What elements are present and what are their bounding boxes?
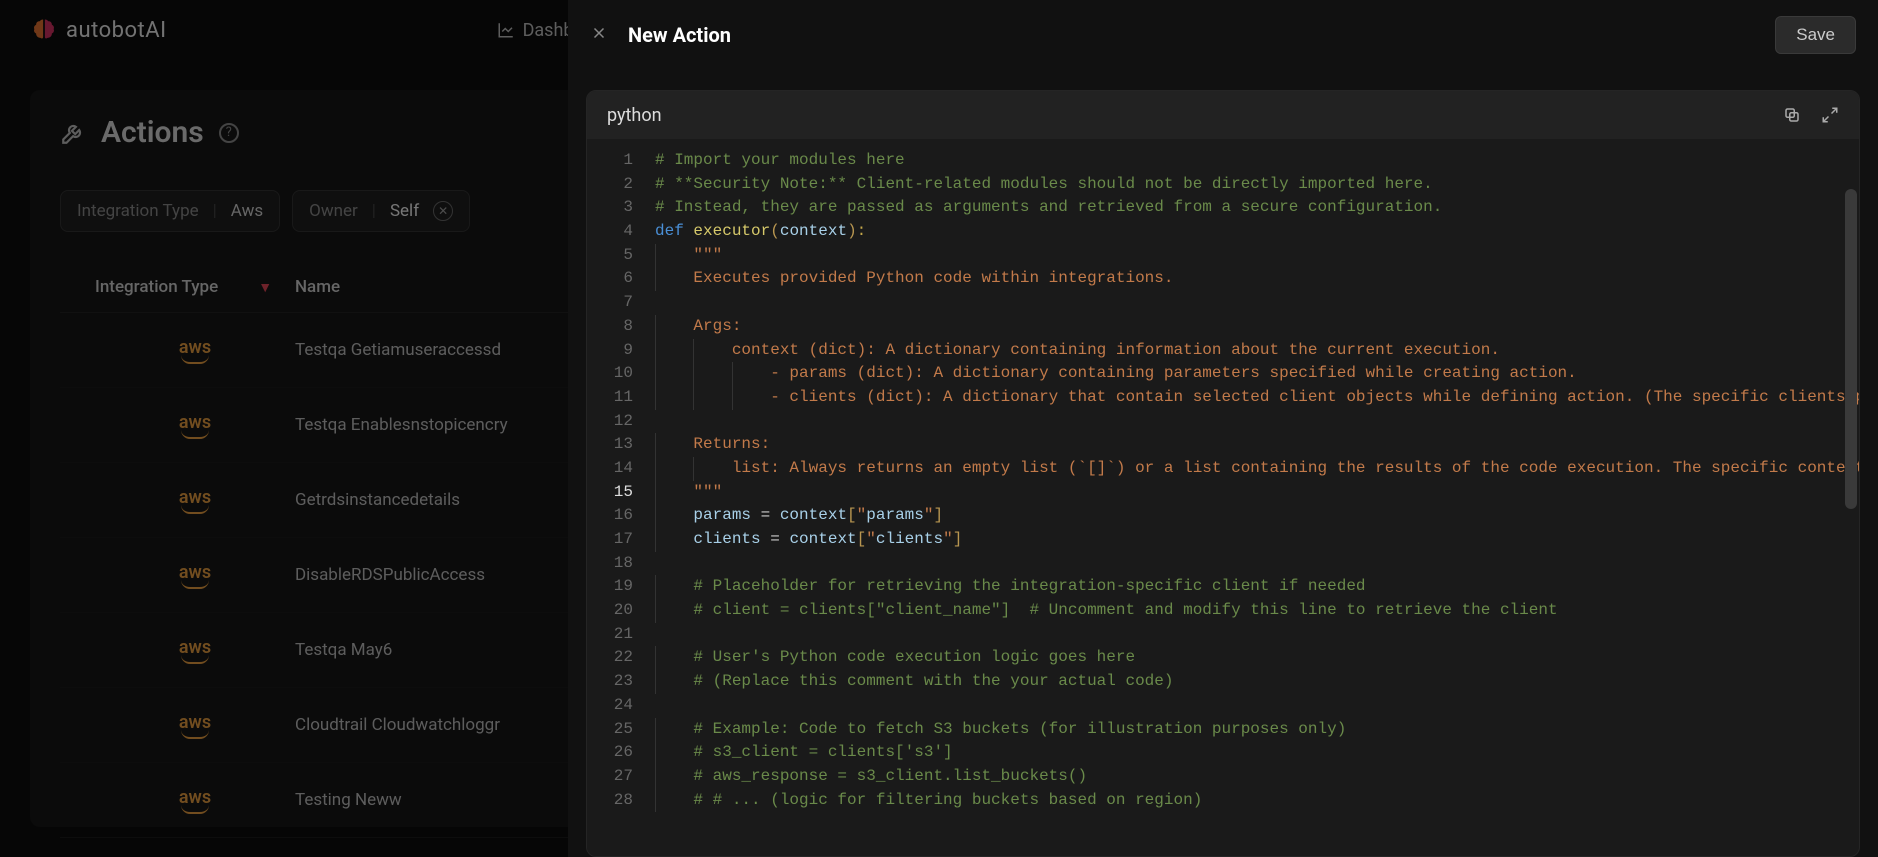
scrollbar[interactable] bbox=[1843, 189, 1857, 854]
code-body[interactable]: 1234567891011121314151617181920212223242… bbox=[587, 139, 1859, 856]
copy-icon bbox=[1783, 106, 1801, 124]
save-button[interactable]: Save bbox=[1775, 16, 1856, 54]
code-language: python bbox=[607, 105, 662, 126]
copy-button[interactable] bbox=[1783, 106, 1801, 124]
expand-icon bbox=[1821, 106, 1839, 124]
line-gutter: 1234567891011121314151617181920212223242… bbox=[587, 139, 647, 856]
close-icon bbox=[590, 24, 608, 42]
scrollbar-thumb[interactable] bbox=[1845, 189, 1857, 509]
drawer-title: New Action bbox=[628, 23, 731, 47]
code-editor: python 123456789101112131415161718192021… bbox=[586, 90, 1860, 857]
expand-button[interactable] bbox=[1821, 106, 1839, 124]
close-drawer-button[interactable] bbox=[590, 23, 608, 47]
new-action-drawer: New Action Save python 12345678910111213… bbox=[568, 0, 1878, 857]
code-content[interactable]: # Import your modules here# **Security N… bbox=[647, 139, 1859, 856]
